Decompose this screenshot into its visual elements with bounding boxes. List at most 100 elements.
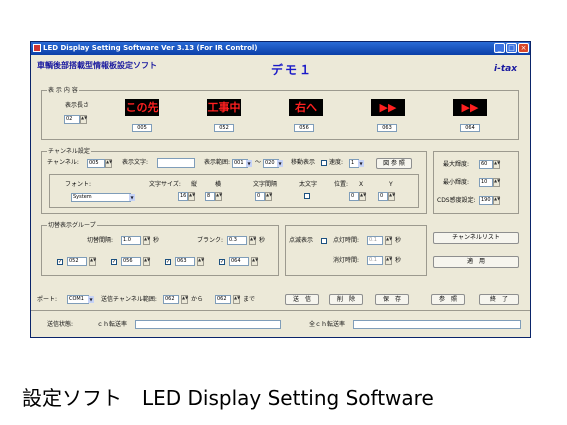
on-time-spinner[interactable]: ▲▼ — [385, 236, 392, 245]
move-display-checkbox[interactable] — [321, 160, 327, 166]
bold-checkbox[interactable] — [304, 193, 310, 199]
min-brightness-input[interactable]: 10 — [479, 178, 493, 187]
channel-spinner[interactable]: ▲▼ — [105, 159, 112, 168]
display-text-input[interactable] — [157, 158, 195, 168]
on-time-unit: 秒 — [395, 237, 402, 244]
port-select[interactable]: COM1 — [67, 295, 89, 304]
switch-interval-input[interactable]: 1.0 — [121, 236, 141, 245]
send-range-to-spinner[interactable]: ▲▼ — [233, 295, 240, 304]
range-to-dropdown-icon[interactable]: ▼ — [277, 160, 283, 167]
blank-input[interactable]: 0.3 — [227, 236, 247, 245]
max-brightness-spinner[interactable]: ▲▼ — [493, 160, 500, 169]
led-panel-2[interactable]: 工事中 — [207, 99, 241, 116]
switch-item-2-checkbox[interactable]: ✓ — [111, 259, 117, 265]
send-range-from-input[interactable]: 062 — [163, 295, 179, 304]
minimize-icon[interactable]: _ — [494, 43, 505, 53]
led-panel-4-number: 063 — [377, 124, 397, 132]
font-size-horizontal-spinner[interactable]: ▲▼ — [215, 192, 222, 201]
max-brightness-input[interactable]: 60 — [479, 160, 493, 169]
apply-button[interactable]: 適 用 — [433, 256, 519, 268]
min-brightness-label: 最小輝度: — [443, 179, 470, 186]
speed-dropdown-icon[interactable]: ▼ — [358, 160, 364, 167]
channel-label: チャンネル: — [47, 159, 79, 166]
font-select[interactable]: System — [71, 193, 131, 202]
reference-button[interactable]: 参 照 — [431, 294, 465, 305]
position-y-input[interactable]: 0 — [378, 192, 388, 201]
led-panel-5[interactable]: ▶▶ — [453, 99, 487, 116]
switch-item-1-input[interactable]: 052 — [67, 257, 87, 266]
demo-label: デモ１ — [271, 63, 314, 77]
switch-item-3-input[interactable]: 063 — [175, 257, 195, 266]
position-x-input[interactable]: 0 — [349, 192, 359, 201]
font-dropdown-icon[interactable]: ▼ — [129, 194, 135, 201]
led-panel-1[interactable]: この先 — [125, 99, 159, 116]
switch-item-3-spinner[interactable]: ▲▼ — [197, 257, 204, 266]
display-contents-label: 表 示 内 容 — [47, 87, 79, 94]
title-bar[interactable]: LED Display Setting Software Ver 3.13 (F… — [31, 42, 530, 55]
close-icon[interactable]: × — [518, 43, 529, 53]
display-text-label: 表示文字: — [122, 159, 149, 166]
position-x-spinner[interactable]: ▲▼ — [359, 192, 366, 201]
display-length-input[interactable]: 02 — [64, 115, 80, 124]
off-time-input[interactable]: 0.1 — [367, 256, 383, 265]
font-size-vertical-label: 縦 — [191, 181, 198, 188]
max-brightness-label: 最大輝度: — [443, 161, 470, 168]
send-button[interactable]: 送 信 — [285, 294, 319, 305]
switch-item-3-checkbox[interactable]: ✓ — [165, 259, 171, 265]
display-length-spinner[interactable]: ▲▼ — [80, 115, 87, 124]
send-range-label: 送信チャンネル範囲: — [101, 296, 157, 303]
switch-item-1-spinner[interactable]: ▲▼ — [89, 257, 96, 266]
led-panel-4[interactable]: ▶▶ — [371, 99, 405, 116]
switch-interval-spinner[interactable]: ▲▼ — [143, 236, 150, 245]
cds-sensitivity-label: CDS感度設定: — [437, 197, 476, 204]
switch-item-4-spinner[interactable]: ▲▼ — [251, 257, 258, 266]
cds-sensitivity-spinner[interactable]: ▲▼ — [493, 196, 500, 205]
send-range-to-input[interactable]: 062 — [215, 295, 231, 304]
save-button[interactable]: 保 存 — [375, 294, 409, 305]
font-size-label: 文字サイズ: — [149, 181, 181, 188]
switch-item-2-input[interactable]: 056 — [121, 257, 141, 266]
port-dropdown-icon[interactable]: ▼ — [88, 296, 94, 303]
exit-button[interactable]: 終 了 — [479, 294, 519, 305]
font-size-horizontal-input[interactable]: 8 — [205, 192, 215, 201]
blink-display-checkbox[interactable] — [321, 238, 327, 244]
switch-item-4-input[interactable]: 064 — [229, 257, 249, 266]
position-label: 位置: — [334, 181, 349, 188]
delete-button[interactable]: 削 除 — [329, 294, 363, 305]
maximize-icon[interactable]: □ — [506, 43, 517, 53]
position-x-label: X — [359, 181, 364, 188]
blink-display-label: 点滅表示 — [289, 237, 314, 244]
switch-item-1-checkbox[interactable]: ✓ — [57, 259, 63, 265]
app-icon — [33, 44, 41, 52]
switch-item-2-spinner[interactable]: ▲▼ — [143, 257, 150, 266]
cds-sensitivity-input[interactable]: 190 — [479, 196, 493, 205]
min-brightness-spinner[interactable]: ▲▼ — [493, 178, 500, 187]
send-range-from-spinner[interactable]: ▲▼ — [181, 295, 188, 304]
blank-spinner[interactable]: ▲▼ — [249, 236, 256, 245]
window-title: LED Display Setting Software Ver 3.13 (F… — [43, 44, 258, 52]
char-spacing-input[interactable]: 0 — [255, 192, 265, 201]
range-from-dropdown-icon[interactable]: ▼ — [246, 160, 252, 167]
send-range-from-label: から — [191, 296, 204, 303]
off-time-spinner[interactable]: ▲▼ — [385, 256, 392, 265]
app-header-title: 車輌後部搭載型情報板設定ソフト — [37, 61, 157, 70]
app-window: LED Display Setting Software Ver 3.13 (F… — [30, 41, 531, 338]
font-size-vertical-input[interactable]: 16 — [178, 192, 188, 201]
channel-input[interactable]: 005 — [87, 159, 105, 168]
move-display-label: 移動表示 — [291, 159, 316, 166]
font-size-horizontal-label: 横 — [215, 181, 222, 188]
figure-reference-button[interactable]: 図 参 照 — [376, 158, 412, 169]
ch-rate-label: ｃｈ転送率 — [97, 321, 128, 328]
led-panel-3[interactable]: 右へ — [289, 99, 323, 116]
channel-list-button[interactable]: チャンネルリスト — [433, 232, 519, 244]
caption-text: 設定ソフト LED Display Setting Software — [22, 386, 434, 410]
switch-interval-label: 切替間隔: — [87, 237, 114, 244]
font-size-vertical-spinner[interactable]: ▲▼ — [188, 192, 195, 201]
switch-item-4-checkbox[interactable]: ✓ — [219, 259, 225, 265]
position-y-spinner[interactable]: ▲▼ — [388, 192, 395, 201]
bold-label: 太文字 — [299, 181, 318, 188]
char-spacing-label: 文字間隔 — [253, 181, 278, 188]
on-time-input[interactable]: 0.1 — [367, 236, 383, 245]
char-spacing-spinner[interactable]: ▲▼ — [265, 192, 272, 201]
display-length-label: 表示長さ — [65, 102, 90, 109]
